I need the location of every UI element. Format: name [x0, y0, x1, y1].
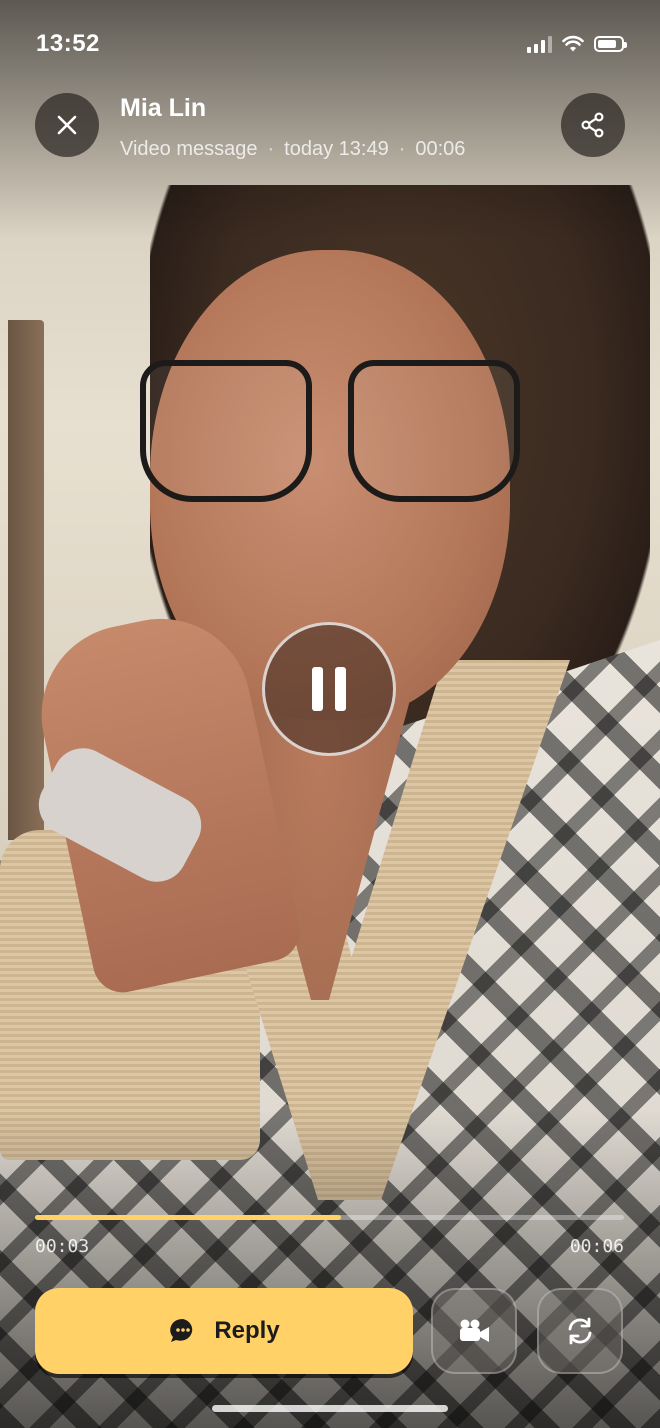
- message-type: Video message: [120, 138, 258, 160]
- pause-icon: [335, 667, 346, 711]
- message-sent-time: today 13:49: [284, 138, 389, 160]
- playback-progress-fill: [35, 1215, 342, 1220]
- video-camera-icon: [460, 1319, 489, 1342]
- chat-bubble-icon: [170, 1318, 193, 1342]
- meta-separator: ·: [398, 138, 406, 160]
- status-time: 13:52: [36, 30, 100, 57]
- total-time: 00:06: [569, 1236, 624, 1257]
- message-duration: 00:06: [415, 138, 466, 160]
- meta-separator: ·: [267, 138, 275, 160]
- reply-button[interactable]: Reply: [35, 1288, 413, 1374]
- bottom-gradient: [0, 1108, 660, 1428]
- cellular-signal-icon: [527, 35, 552, 53]
- status-bar: 13:52: [36, 28, 627, 60]
- video-reply-button[interactable]: [431, 1288, 517, 1374]
- video-message-screen: 13:52 Mia Lin Video message · today 13:4…: [0, 0, 660, 1428]
- reply-label: Reply: [214, 1317, 280, 1344]
- close-icon: [57, 115, 77, 135]
- message-meta: Video message · today 13:49 · 00:06: [120, 138, 465, 161]
- replay-button[interactable]: [537, 1288, 623, 1374]
- refresh-icon: [568, 1317, 592, 1345]
- battery-level: [598, 40, 617, 48]
- close-button[interactable]: [35, 93, 99, 157]
- sender-name: Mia Lin: [120, 94, 207, 122]
- wifi-icon: [562, 35, 584, 52]
- home-indicator[interactable]: [212, 1405, 448, 1412]
- battery-icon: [594, 36, 627, 52]
- share-icon: [581, 112, 604, 138]
- background-door: [8, 320, 44, 840]
- playback-progress-bar[interactable]: [35, 1215, 624, 1220]
- pause-button[interactable]: [262, 622, 396, 756]
- status-icons: [527, 35, 627, 53]
- share-button[interactable]: [561, 93, 625, 157]
- person-glasses: [140, 360, 520, 520]
- pause-icon: [312, 667, 323, 711]
- current-time: 00:03: [35, 1236, 90, 1257]
